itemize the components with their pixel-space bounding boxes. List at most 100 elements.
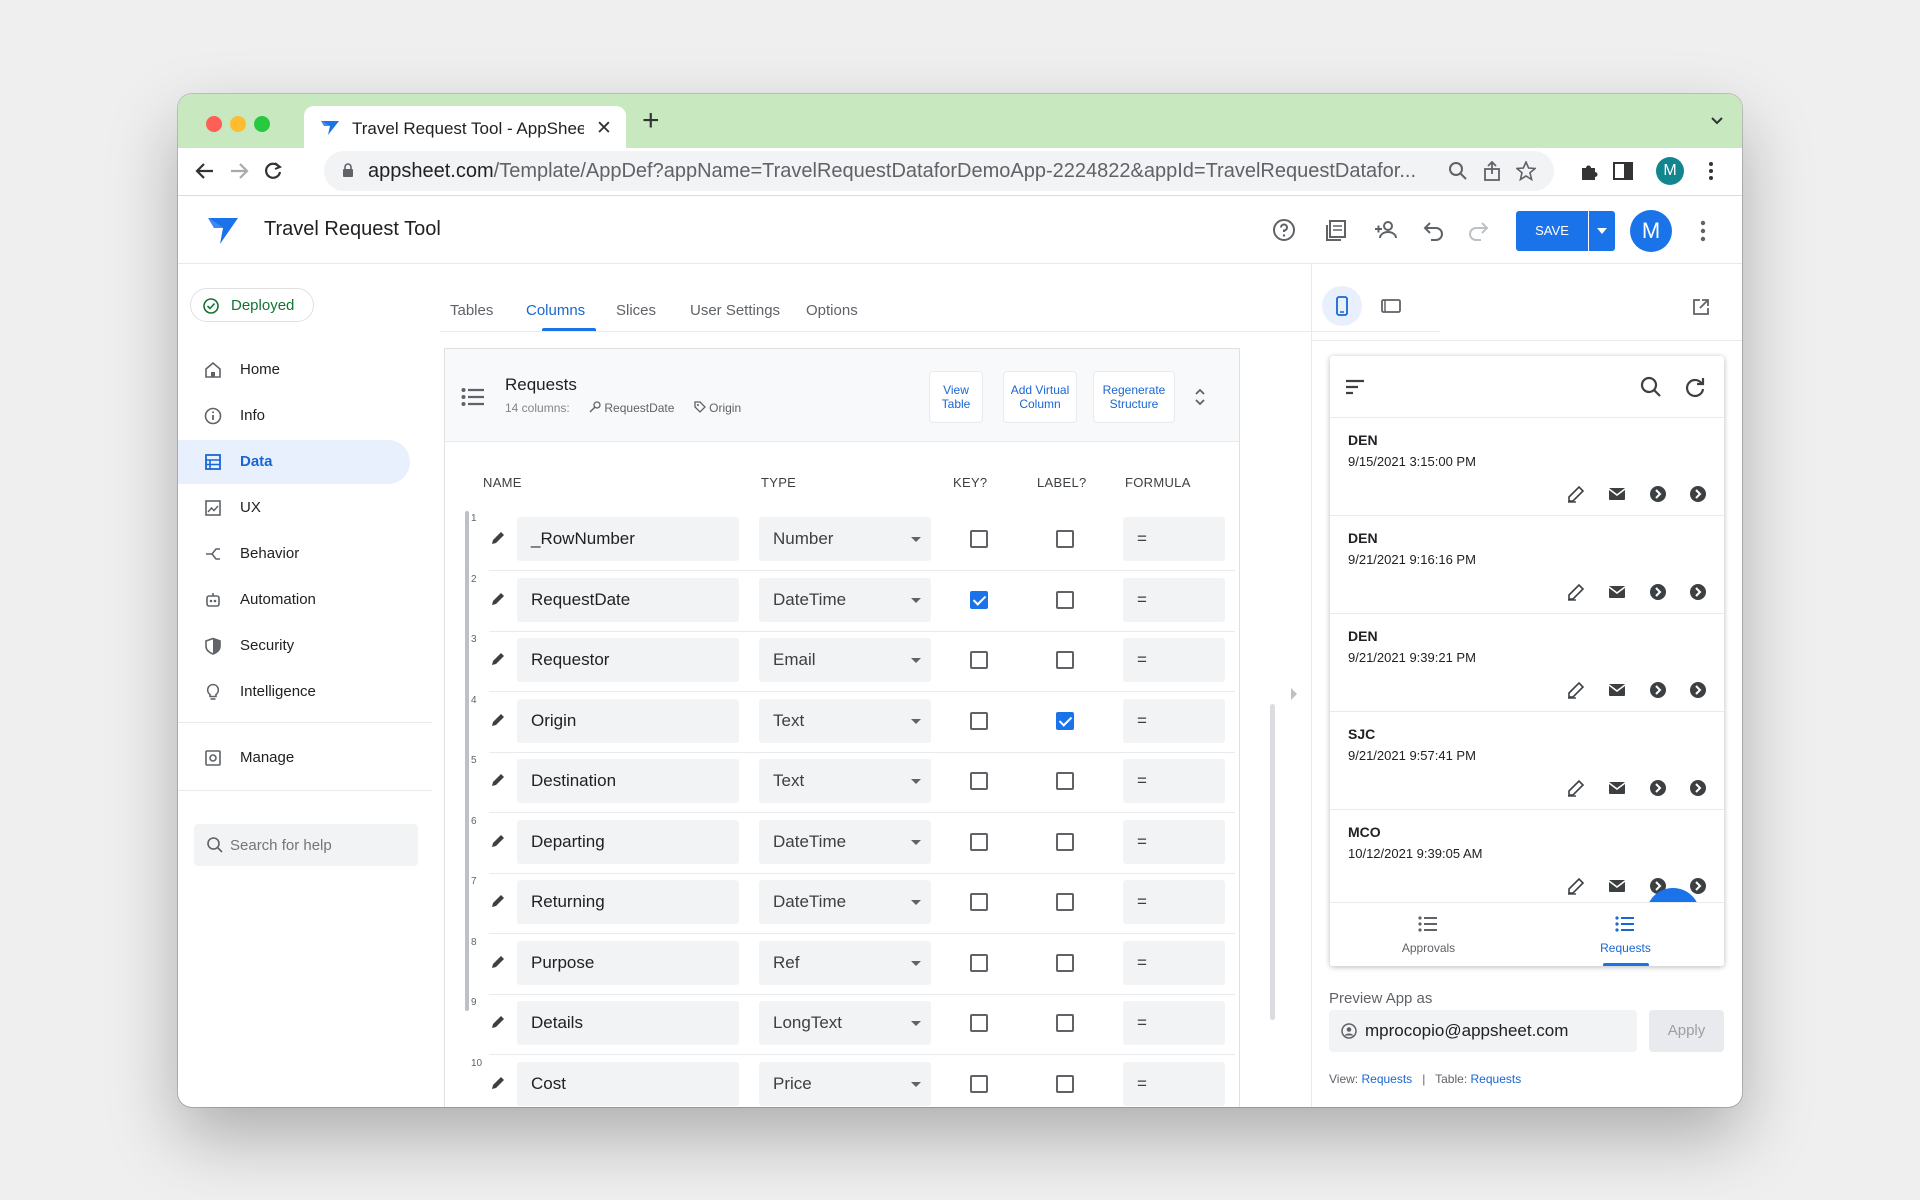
search-icon[interactable] <box>1640 376 1662 398</box>
chevron-down-icon[interactable] <box>1710 114 1724 128</box>
key-checkbox[interactable] <box>970 711 988 730</box>
go-arrow-icon[interactable] <box>1688 876 1708 896</box>
go-arrow-icon[interactable] <box>1688 582 1708 602</box>
label-checkbox[interactable] <box>1056 893 1074 911</box>
column-type-select[interactable]: Text <box>759 698 931 743</box>
forward-arrow-icon[interactable] <box>228 160 250 182</box>
email-icon[interactable] <box>1607 680 1627 700</box>
key-checkbox[interactable] <box>970 832 988 851</box>
pencil-icon[interactable] <box>489 892 507 910</box>
column-name-field[interactable]: Requestor <box>517 638 739 682</box>
column-name-field[interactable]: Origin <box>517 698 739 743</box>
tab-user-settings[interactable]: User Settings <box>690 302 780 319</box>
go-arrow-icon[interactable] <box>1648 778 1668 798</box>
tab-columns[interactable]: Columns <box>526 302 585 319</box>
user-avatar[interactable]: M <box>1630 210 1672 252</box>
label-checkbox[interactable] <box>1056 832 1074 851</box>
key-checkbox[interactable] <box>970 530 988 548</box>
label-checkbox[interactable] <box>1056 1014 1074 1032</box>
sidebar-item-home[interactable]: Home <box>178 348 410 392</box>
label-checkbox[interactable] <box>1056 530 1074 548</box>
pencil-icon[interactable] <box>489 650 507 668</box>
tablet-view-button[interactable] <box>1370 286 1410 326</box>
pencil-icon[interactable] <box>489 1013 507 1031</box>
browser-tab[interactable]: Travel Request Tool - AppSheet ✕ <box>304 106 626 150</box>
column-type-select[interactable]: DateTime <box>759 880 931 924</box>
go-arrow-icon[interactable] <box>1688 778 1708 798</box>
documentation-icon[interactable] <box>1324 218 1348 242</box>
go-arrow-icon[interactable] <box>1648 484 1668 504</box>
sidebar-item-behavior[interactable]: Behavior <box>178 532 410 576</box>
key-checkbox[interactable] <box>970 1014 988 1032</box>
go-arrow-icon[interactable] <box>1648 680 1668 700</box>
list-item[interactable]: SJC 9/21/2021 9:57:41 PM <box>1330 712 1724 810</box>
save-button[interactable]: SAVE <box>1516 211 1588 251</box>
share-icon[interactable] <box>1482 161 1502 181</box>
label-checkbox[interactable] <box>1056 953 1074 972</box>
key-checkbox[interactable] <box>970 772 988 790</box>
refresh-icon[interactable] <box>1684 376 1706 398</box>
key-checkbox[interactable] <box>970 590 988 609</box>
view-link[interactable]: Requests <box>1361 1072 1412 1086</box>
label-checkbox[interactable] <box>1056 711 1074 730</box>
close-tab-icon[interactable]: ✕ <box>596 117 612 140</box>
column-type-select[interactable]: DateTime <box>759 819 931 864</box>
save-options-dropdown[interactable] <box>1589 211 1615 251</box>
sidebar-item-manage[interactable]: Manage <box>178 736 410 780</box>
list-item[interactable]: DEN 9/15/2021 3:15:00 PM <box>1330 418 1724 516</box>
regenerate-structure-button[interactable]: Regenerate Structure <box>1093 371 1175 423</box>
formula-field[interactable]: = <box>1123 517 1225 561</box>
view-table-button[interactable]: View Table <box>929 371 983 423</box>
formula-field[interactable]: = <box>1123 638 1225 682</box>
collapse-preview-handle[interactable] <box>1291 688 1297 700</box>
pencil-icon[interactable] <box>489 711 507 729</box>
expand-collapse-icon[interactable] <box>1193 387 1207 407</box>
email-icon[interactable] <box>1607 876 1627 896</box>
lock-icon[interactable] <box>342 163 354 177</box>
edit-icon[interactable] <box>1566 778 1586 798</box>
tab-tables[interactable]: Tables <box>450 302 493 319</box>
label-checkbox[interactable] <box>1056 651 1074 669</box>
column-type-select[interactable]: Number <box>759 517 931 561</box>
go-arrow-icon[interactable] <box>1688 484 1708 504</box>
extensions-icon[interactable] <box>1578 160 1600 182</box>
pencil-icon[interactable] <box>489 590 507 608</box>
column-name-field[interactable]: Purpose <box>517 940 739 985</box>
back-arrow-icon[interactable] <box>194 160 216 182</box>
formula-field[interactable]: = <box>1123 759 1225 803</box>
go-arrow-icon[interactable] <box>1648 582 1668 602</box>
nav-approvals[interactable]: Approvals <box>1330 903 1527 966</box>
sidebar-item-automation[interactable]: Automation <box>178 578 410 622</box>
pencil-icon[interactable] <box>489 529 507 547</box>
column-type-select[interactable]: DateTime <box>759 577 931 622</box>
pencil-icon[interactable] <box>489 1074 507 1092</box>
close-window-button[interactable] <box>206 116 222 132</box>
tab-options[interactable]: Options <box>806 302 858 319</box>
sidebar-item-info[interactable]: Info <box>178 394 410 438</box>
help-search-input[interactable] <box>230 831 410 859</box>
formula-field[interactable]: = <box>1123 1061 1225 1106</box>
pencil-icon[interactable] <box>489 832 507 850</box>
label-checkbox[interactable] <box>1056 1074 1074 1093</box>
key-checkbox[interactable] <box>970 1074 988 1093</box>
edit-icon[interactable] <box>1566 680 1586 700</box>
sidebar-item-intelligence[interactable]: Intelligence <box>178 670 410 714</box>
column-name-field[interactable]: Departing <box>517 819 739 864</box>
column-type-select[interactable]: Email <box>759 638 931 682</box>
column-type-select[interactable]: Ref <box>759 940 931 985</box>
share-app-icon[interactable] <box>1374 218 1398 242</box>
new-tab-button[interactable]: + <box>642 106 660 136</box>
list-item[interactable]: DEN 9/21/2021 9:39:21 PM <box>1330 614 1724 712</box>
minimize-window-button[interactable] <box>230 116 246 132</box>
nav-requests[interactable]: Requests <box>1527 903 1724 966</box>
tab-slices[interactable]: Slices <box>616 302 656 319</box>
table-link[interactable]: Requests <box>1471 1072 1522 1086</box>
sidebar-item-ux[interactable]: UX <box>178 486 410 530</box>
edit-icon[interactable] <box>1566 484 1586 504</box>
maximize-window-button[interactable] <box>254 116 270 132</box>
column-type-select[interactable]: Price <box>759 1061 931 1106</box>
label-checkbox[interactable] <box>1056 772 1074 790</box>
formula-field[interactable]: = <box>1123 880 1225 924</box>
email-icon[interactable] <box>1607 778 1627 798</box>
formula-field[interactable]: = <box>1123 1001 1225 1045</box>
